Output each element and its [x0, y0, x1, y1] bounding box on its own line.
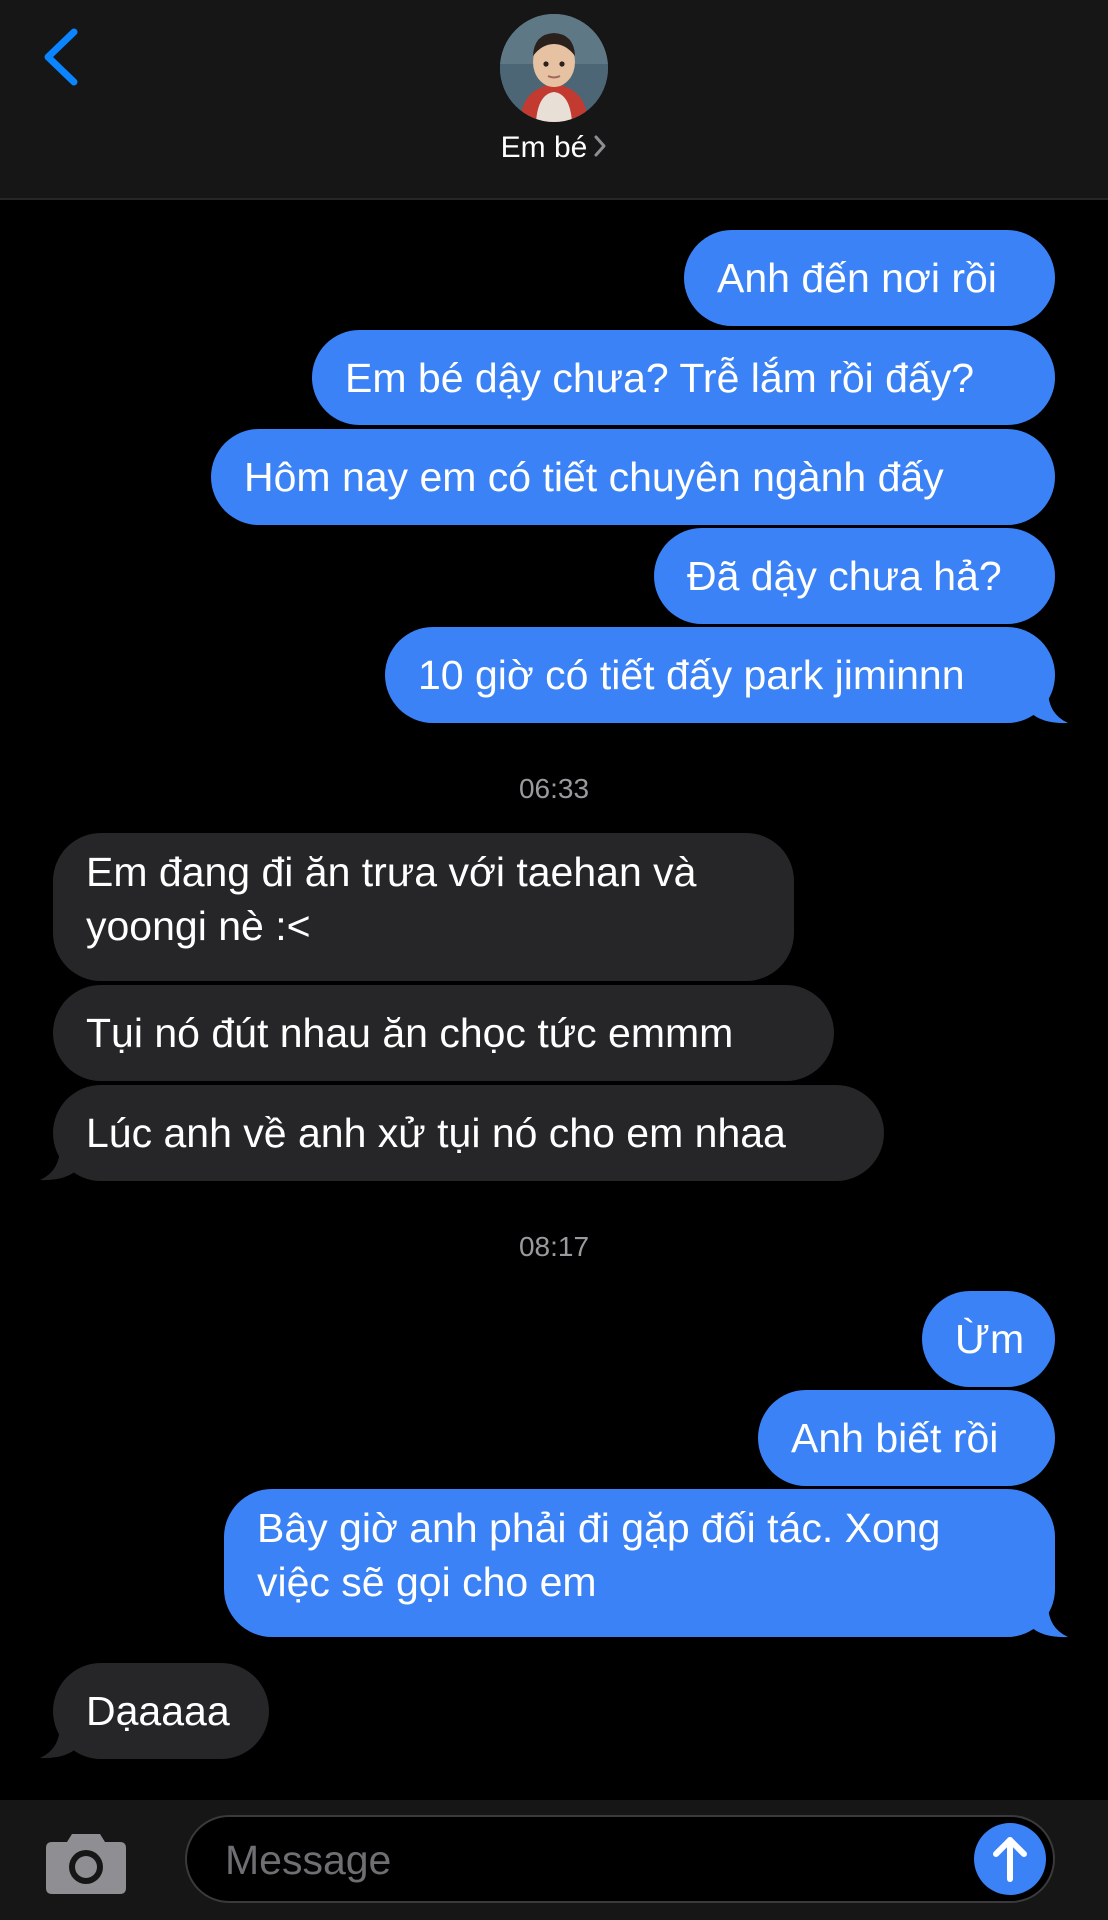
message-text: Em bé dậy chưa? Trễ lắm rồi đấy? — [345, 354, 975, 401]
message-input[interactable] — [223, 1817, 927, 1903]
message-text: Bây giờ anh phải đi gặp đối tác. Xong vi… — [257, 1505, 941, 1605]
message-bubble-incoming[interactable]: Tụi nó đút nhau ăn chọc tức emmm — [53, 985, 834, 1081]
message-text: Anh biết rồi — [791, 1415, 999, 1461]
bubble-tail — [1030, 690, 1068, 724]
message-bubble-outgoing[interactable]: Em bé dậy chưa? Trễ lắm rồi đấy? — [312, 330, 1055, 425]
bubble-tail — [40, 1147, 78, 1181]
message-text: Lúc anh về anh xử tụi nó cho em nhaa — [86, 1110, 786, 1156]
message-bubble-incoming[interactable]: Em đang đi ăn trưa với taehan và yoongi … — [53, 833, 794, 981]
message-text: Em đang đi ăn trưa với taehan và yoongi … — [86, 849, 697, 949]
message-text: Dạaaaa — [86, 1688, 230, 1734]
message-text: 10 giờ có tiết đấy park jiminnn — [418, 652, 965, 698]
back-button[interactable] — [38, 26, 88, 88]
message-bubble-outgoing[interactable]: Anh biết rồi — [758, 1390, 1055, 1486]
timestamp: 08:17 — [518, 1231, 590, 1262]
message-bubble-incoming[interactable]: Dạaaaa — [53, 1663, 269, 1759]
compose-bar — [0, 1800, 1108, 1920]
chevron-left-icon — [44, 28, 78, 86]
message-text: Đã dậy chưa hả? — [687, 553, 1002, 599]
message-bubble-outgoing[interactable]: Đã dậy chưa hả? — [654, 528, 1055, 624]
message-bubble-outgoing[interactable]: Bây giờ anh phải đi gặp đối tác. Xong vi… — [224, 1489, 1055, 1637]
message-field[interactable] — [185, 1815, 1055, 1903]
chevron-right-icon — [593, 132, 607, 166]
message-bubble-outgoing[interactable]: Anh đến nơi rồi — [684, 230, 1055, 326]
message-bubble-outgoing[interactable]: Hôm nay em có tiết chuyên ngành đấy — [211, 429, 1055, 525]
message-text: Tụi nó đút nhau ăn chọc tức emmm — [86, 1010, 734, 1056]
camera-button[interactable] — [44, 1830, 128, 1896]
message-text: Ừm — [955, 1316, 1025, 1362]
contact-name-button[interactable]: Em bé — [0, 131, 1108, 166]
message-bubble-outgoing[interactable]: Ừm — [922, 1291, 1055, 1387]
conversation-header: Em bé — [0, 0, 1108, 200]
message-text: Hôm nay em có tiết chuyên ngành đấy — [244, 454, 944, 500]
message-bubble-incoming[interactable]: Lúc anh về anh xử tụi nó cho em nhaa — [53, 1085, 884, 1181]
message-text: Anh đến nơi rồi — [717, 255, 997, 301]
arrow-up-icon — [993, 1837, 1027, 1882]
timestamp: 06:33 — [518, 773, 590, 804]
bubble-tail — [1030, 1604, 1068, 1638]
bubble-tail — [40, 1725, 78, 1759]
message-bubble-outgoing[interactable]: 10 giờ có tiết đấy park jiminnn — [385, 627, 1055, 723]
camera-icon — [46, 1834, 126, 1894]
send-button[interactable] — [974, 1823, 1046, 1895]
contact-avatar[interactable] — [500, 14, 608, 122]
contact-name: Em bé — [500, 131, 588, 164]
